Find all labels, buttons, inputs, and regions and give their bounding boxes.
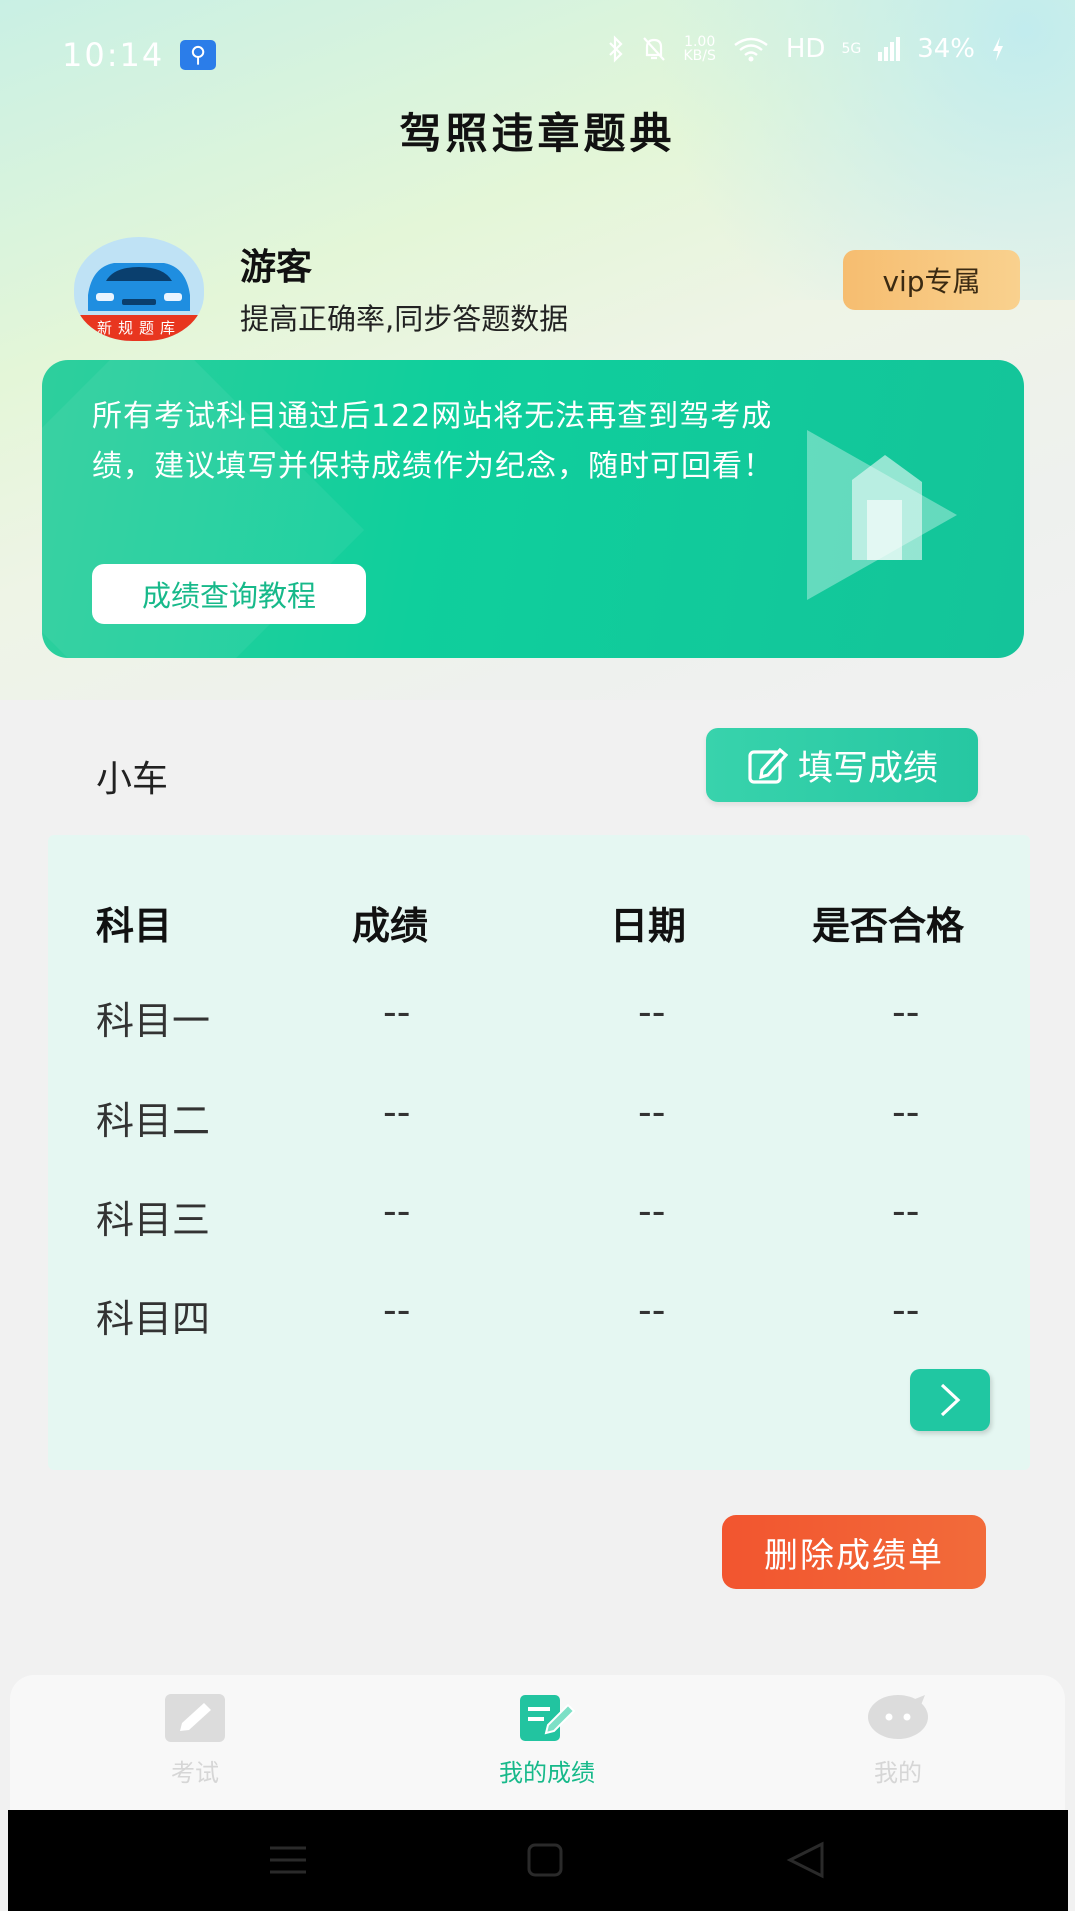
header-passed: 是否合格 bbox=[812, 904, 965, 948]
status-bar: 10:14 ⚲ 1.00 KB/S HD 5G 34% bbox=[0, 28, 1075, 78]
bottom-nav: 考试 我的成绩 我的 bbox=[10, 1675, 1065, 1810]
score-cell: -- bbox=[383, 1189, 411, 1233]
subject-cell: 科目二 bbox=[96, 1099, 211, 1143]
user-description[interactable]: 提高正确率,同步答题数据 bbox=[240, 296, 568, 338]
subject-cell: 科目一 bbox=[96, 999, 211, 1043]
system-nav-bar bbox=[8, 1810, 1068, 1911]
table-row[interactable]: 科目二 -- -- -- bbox=[48, 1090, 1030, 1150]
banner-text: 所有考试科目通过后122网站将无法再查到驾考成绩，建议填写并保持成绩作为纪念，随… bbox=[92, 399, 774, 484]
home-icon[interactable] bbox=[526, 1842, 564, 1878]
nav-label-mine: 我的 bbox=[874, 1759, 922, 1787]
status-time: 10:14 bbox=[62, 36, 165, 74]
nav-label-exam: 考试 bbox=[171, 1759, 219, 1787]
menu-icon[interactable] bbox=[268, 1844, 308, 1876]
wifi-icon bbox=[734, 37, 768, 62]
passed-cell: -- bbox=[892, 1189, 920, 1233]
header-score: 成绩 bbox=[352, 904, 429, 948]
bluetooth-icon bbox=[609, 35, 624, 63]
play-house-icon bbox=[807, 430, 957, 600]
fill-score-button[interactable]: 填写成绩 bbox=[706, 728, 978, 802]
avatar-ribbon: 新规题库 bbox=[74, 315, 204, 341]
score-cell: -- bbox=[383, 1090, 411, 1134]
vehicle-type-label: 小车 bbox=[96, 759, 169, 800]
net-speed: 1.00 KB/S bbox=[683, 35, 715, 63]
date-cell: -- bbox=[638, 1288, 666, 1332]
table-header-row: 科目 成绩 日期 是否合格 bbox=[48, 895, 1030, 955]
nav-label-my-scores: 我的成绩 bbox=[499, 1759, 595, 1787]
date-cell: -- bbox=[638, 1090, 666, 1134]
score-table-card: 科目 成绩 日期 是否合格 科目一 -- -- -- 科目二 -- -- -- … bbox=[48, 835, 1030, 1470]
edit-note-icon bbox=[520, 1695, 576, 1741]
status-icons: 1.00 KB/S HD 5G 34% bbox=[607, 34, 1005, 64]
hd-label: HD bbox=[785, 34, 826, 64]
avatar[interactable]: 新规题库 bbox=[74, 237, 204, 341]
fill-score-label: 填写成绩 bbox=[797, 748, 938, 789]
table-row[interactable]: 科目四 -- -- -- bbox=[48, 1288, 1030, 1348]
back-icon[interactable] bbox=[786, 1840, 826, 1880]
score-cell: -- bbox=[383, 1288, 411, 1332]
battery-percent: 34% bbox=[917, 34, 975, 64]
next-button[interactable] bbox=[910, 1369, 990, 1431]
signal-icon bbox=[878, 37, 901, 61]
pencil-icon bbox=[165, 1694, 225, 1742]
table-row[interactable]: 科目一 -- -- -- bbox=[48, 990, 1030, 1050]
chevron-right-icon bbox=[940, 1383, 961, 1417]
score-tip-banner: 所有考试科目通过后122网站将无法再查到驾考成绩，建议填写并保持成绩作为纪念，随… bbox=[42, 360, 1024, 658]
delete-score-button[interactable]: 删除成绩单 bbox=[722, 1515, 986, 1589]
passed-cell: -- bbox=[892, 990, 920, 1034]
score-cell: -- bbox=[383, 990, 411, 1034]
nav-item-mine[interactable]: 我的 bbox=[818, 1693, 978, 1788]
passed-cell: -- bbox=[892, 1090, 920, 1134]
usb-icon: ⚲ bbox=[180, 40, 216, 70]
subject-cell: 科目四 bbox=[96, 1297, 211, 1341]
header-subject: 科目 bbox=[96, 904, 173, 948]
table-row[interactable]: 科目三 -- -- -- bbox=[48, 1189, 1030, 1249]
header-date: 日期 bbox=[610, 904, 687, 948]
signal-5g-label: 5G bbox=[841, 41, 862, 57]
mute-bell-icon bbox=[643, 37, 666, 61]
nav-item-my-scores[interactable]: 我的成绩 bbox=[467, 1693, 627, 1788]
user-name[interactable]: 游客 bbox=[240, 238, 312, 290]
nav-item-exam[interactable]: 考试 bbox=[115, 1693, 275, 1788]
charging-icon bbox=[993, 37, 1003, 61]
edit-icon bbox=[748, 747, 788, 784]
date-cell: -- bbox=[638, 990, 666, 1034]
passed-cell: -- bbox=[892, 1288, 920, 1332]
vip-button[interactable]: vip专属 bbox=[843, 250, 1020, 310]
page-title: 驾照违章题典 bbox=[399, 109, 676, 158]
date-cell: -- bbox=[638, 1189, 666, 1233]
score-query-tutorial-button[interactable]: 成绩查询教程 bbox=[92, 564, 366, 624]
net-speed-unit: KB/S bbox=[683, 48, 716, 64]
chat-face-icon bbox=[868, 1695, 928, 1739]
subject-cell: 科目三 bbox=[96, 1198, 211, 1242]
